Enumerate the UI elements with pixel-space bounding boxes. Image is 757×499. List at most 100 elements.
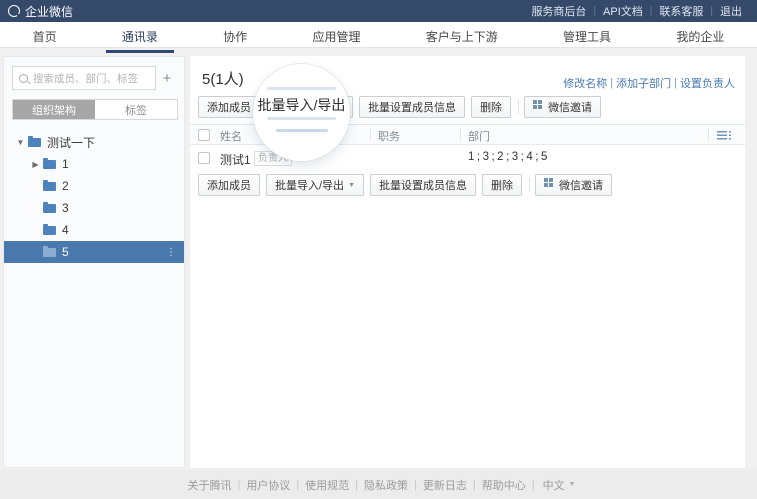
tree-item-label: 3	[62, 201, 69, 215]
add-member-button[interactable]: 添加成员	[198, 96, 260, 118]
topbar: 企业微信 服务商后台 | API文档 | 联系客服 | 退出	[0, 0, 757, 22]
folder-icon	[28, 138, 41, 147]
footer-link-user-agreement[interactable]: 用户协议	[240, 477, 296, 493]
column-settings-icon[interactable]	[717, 131, 731, 140]
column-name: 姓名	[220, 128, 242, 144]
brand: 企业微信	[8, 3, 73, 20]
delete-button[interactable]: 删除	[482, 174, 522, 196]
footer-link-help-center[interactable]: 帮助中心	[476, 477, 532, 493]
tab-org-structure[interactable]: 组织架构	[13, 100, 95, 119]
org-tree: ▼ 测试一下 ▶ 1 2 3 4 5 ⋮	[4, 131, 184, 263]
topbar-link-support[interactable]: 联系客服	[652, 3, 710, 19]
column-title: 职务	[378, 128, 400, 144]
batch-set-info-button[interactable]: 批量设置成员信息	[359, 96, 465, 118]
folder-icon	[43, 248, 56, 257]
add-button[interactable]: +	[156, 70, 178, 87]
tab-label: 客户与上下游	[410, 28, 514, 50]
language-selector[interactable]: 中文	[535, 477, 569, 493]
divider	[518, 100, 519, 114]
sidebar-search-row: 搜索成员、部门、标签 +	[12, 66, 178, 90]
footer-link-about[interactable]: 关于腾讯	[181, 477, 237, 493]
magnified-border-line	[267, 87, 336, 90]
magnifier-loupe: 批量导入/导出	[253, 64, 350, 161]
qr-code-icon	[533, 100, 537, 104]
magnified-border-line	[276, 129, 328, 132]
tree-item-2[interactable]: 2	[4, 175, 184, 197]
column-department: 部门	[468, 128, 490, 144]
add-subdepartment-link[interactable]: 添加子部门	[616, 75, 671, 91]
search-input[interactable]: 搜索成员、部门、标签	[12, 66, 156, 90]
delete-button[interactable]: 删除	[471, 96, 511, 118]
more-options-icon[interactable]: ⋮	[166, 247, 176, 258]
rename-link[interactable]: 修改名称	[563, 75, 607, 91]
tab-label: 应用管理	[296, 28, 376, 50]
row-checkbox[interactable]	[198, 152, 210, 164]
page-title: 5(1人)	[202, 68, 244, 89]
tab-admin-tools[interactable]: 管理工具	[547, 22, 627, 50]
brand-name: 企业微信	[25, 3, 73, 20]
list-lines-icon	[717, 131, 727, 140]
folder-icon	[43, 204, 56, 213]
batch-set-info-button[interactable]: 批量设置成员信息	[370, 174, 476, 196]
topbar-links: 服务商后台 | API文档 | 联系客服 | 退出	[524, 3, 749, 19]
search-icon	[19, 74, 28, 83]
magnified-border-line	[267, 117, 336, 120]
footer: 关于腾讯 | 用户协议 | 使用规范 | 隐私政策 | 更新日志 | 帮助中心 …	[0, 470, 757, 499]
wechat-invite-label: 微信邀请	[548, 99, 592, 115]
magnified-text: 批量导入/导出	[253, 95, 350, 115]
chevron-down-icon: ▼	[348, 182, 355, 189]
tree-item-4[interactable]: 4	[4, 219, 184, 241]
topbar-link-logout[interactable]: 退出	[713, 3, 749, 19]
tab-home[interactable]: 首页	[17, 22, 73, 50]
tab-contacts[interactable]: 通讯录	[106, 22, 174, 53]
search-placeholder: 搜索成员、部门、标签	[33, 71, 138, 86]
toolbar-bottom: 添加成员 批量导入/导出 ▼ 批量设置成员信息 删除 微信邀请	[198, 174, 618, 196]
footer-link-usage-rules[interactable]: 使用规范	[299, 477, 355, 493]
wechat-invite-label: 微信邀请	[559, 177, 603, 193]
select-all-checkbox[interactable]	[198, 129, 210, 141]
batch-import-export-button[interactable]: 批量导入/导出 ▼	[266, 174, 364, 196]
main-panel: 5(1人) 修改名称 | 添加子部门 | 设置负责人 添加成员 批量导入/导出 …	[190, 56, 745, 468]
tab-label: 管理工具	[547, 28, 627, 50]
folder-icon	[43, 226, 56, 235]
tree-item-label: 测试一下	[47, 134, 95, 151]
add-member-button[interactable]: 添加成员	[198, 174, 260, 196]
tab-label: 通讯录	[106, 28, 174, 53]
tree-item-5-selected[interactable]: 5 ⋮	[4, 241, 184, 263]
wechat-invite-button[interactable]: 微信邀请	[535, 174, 612, 196]
divider	[529, 178, 530, 192]
separator: |	[610, 77, 613, 89]
member-name[interactable]: 测试1	[220, 151, 251, 168]
department-actions: 修改名称 | 添加子部门 | 设置负责人	[563, 75, 735, 91]
tab-labels[interactable]: 标签	[95, 100, 177, 119]
set-leader-link[interactable]: 设置负责人	[680, 75, 735, 91]
tab-apps[interactable]: 应用管理	[296, 22, 376, 50]
tab-collaboration[interactable]: 协作	[207, 22, 263, 50]
topbar-link-provider[interactable]: 服务商后台	[524, 3, 593, 19]
footer-link-privacy[interactable]: 隐私政策	[358, 477, 414, 493]
column-divider	[708, 128, 709, 141]
wework-logo-icon	[8, 5, 20, 17]
topbar-link-api-docs[interactable]: API文档	[596, 3, 650, 19]
tab-my-company[interactable]: 我的企业	[660, 22, 740, 50]
wechat-invite-button[interactable]: 微信邀请	[524, 96, 601, 118]
tab-customers[interactable]: 客户与上下游	[410, 22, 514, 50]
sidebar-tabs: 组织架构 标签	[12, 99, 178, 120]
tree-item-label: 4	[62, 223, 69, 237]
chevron-right-icon[interactable]: ▶	[31, 160, 40, 169]
tree-item-label: 2	[62, 179, 69, 193]
tree-item-3[interactable]: 3	[4, 197, 184, 219]
footer-link-changelog[interactable]: 更新日志	[417, 477, 473, 493]
folder-icon	[43, 160, 56, 169]
chevron-down-icon: ▼	[569, 481, 576, 488]
tree-item-1[interactable]: ▶ 1	[4, 153, 184, 175]
qr-code-icon	[544, 178, 548, 182]
tree-item-label: 5	[62, 245, 69, 259]
column-divider	[370, 128, 371, 141]
folder-icon	[43, 182, 56, 191]
tree-item-root[interactable]: ▼ 测试一下	[4, 131, 184, 153]
main-nav: 首页 通讯录 协作 应用管理 客户与上下游 管理工具 我的企业	[0, 22, 757, 48]
tab-label: 首页	[17, 28, 73, 50]
chevron-down-icon[interactable]: ▼	[16, 138, 25, 147]
tab-label: 协作	[207, 28, 263, 50]
